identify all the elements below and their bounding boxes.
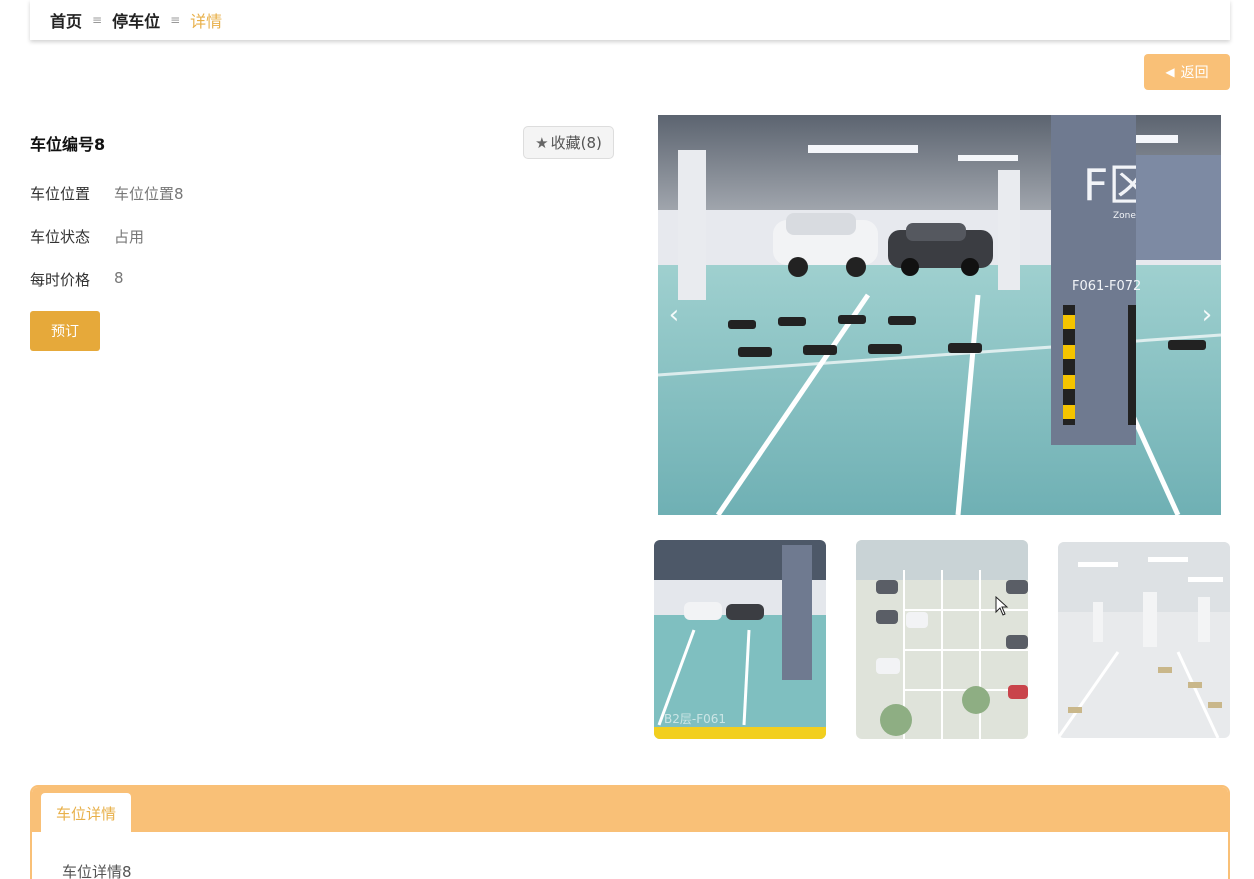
thumbnail-3[interactable] (1058, 542, 1230, 738)
info-value: 8 (114, 269, 124, 287)
info-label: 每时价格 (30, 271, 91, 289)
spot-title: 车位编号8 (30, 135, 106, 154)
thumbnail-caption: B2层-F061 (664, 712, 726, 726)
info-row-location: 车位位置 车位位置8 (30, 183, 184, 204)
detail-content: 车位详情8 (62, 863, 132, 879)
thumbnail-2[interactable] (856, 540, 1028, 739)
chevron-right-icon[interactable]: › (1195, 300, 1219, 330)
breadcrumb-separator: ≡ (92, 13, 103, 27)
thumbnail-image: B2层-F061 (654, 540, 826, 739)
breadcrumb-parking[interactable]: 停车位 (112, 8, 160, 32)
caret-left-icon: ◀ (1165, 65, 1175, 79)
main-photo-carousel[interactable]: F区 Zone F061-F072 ‹ › (658, 115, 1221, 515)
breadcrumb-separator: ≡ (170, 13, 181, 27)
sign-zone: Zone (1113, 211, 1136, 221)
info-label: 车位位置 (30, 185, 91, 203)
breadcrumb: 首页 ≡ 停车位 ≡ 详情 (30, 0, 1230, 40)
thumbnail-1[interactable]: B2层-F061 (654, 540, 826, 739)
info-label: 车位状态 (30, 228, 91, 246)
info-value: 占用 (114, 228, 145, 246)
chevron-left-icon[interactable]: ‹ (662, 300, 686, 330)
info-row-status: 车位状态 占用 (30, 226, 144, 247)
thumbnail-image (856, 540, 1028, 739)
favorite-label: 收藏(8) (550, 134, 602, 152)
detail-panel: 车位详情 车位详情8 (30, 785, 1230, 879)
tab-spot-detail[interactable]: 车位详情 (41, 793, 131, 833)
breadcrumb-current: 详情 (190, 12, 223, 31)
breadcrumb-home[interactable]: 首页 (50, 8, 82, 32)
mouse-cursor-icon (995, 595, 1009, 620)
sign-range: F061-F072 (1072, 279, 1141, 294)
back-button[interactable]: ◀ 返回 (1144, 54, 1230, 90)
tab-strip: 车位详情 (32, 787, 1228, 833)
thumbnail-image (1058, 542, 1230, 738)
info-row-price: 每时价格 8 (30, 269, 124, 290)
favorite-button[interactable]: ★ 收藏(8) (523, 126, 614, 159)
back-button-label: 返回 (1180, 65, 1209, 81)
star-icon: ★ (535, 133, 549, 152)
garage-photo: F区 Zone F061-F072 (658, 115, 1221, 515)
info-value: 车位位置8 (114, 185, 184, 203)
book-button[interactable]: 预订 (30, 311, 100, 351)
